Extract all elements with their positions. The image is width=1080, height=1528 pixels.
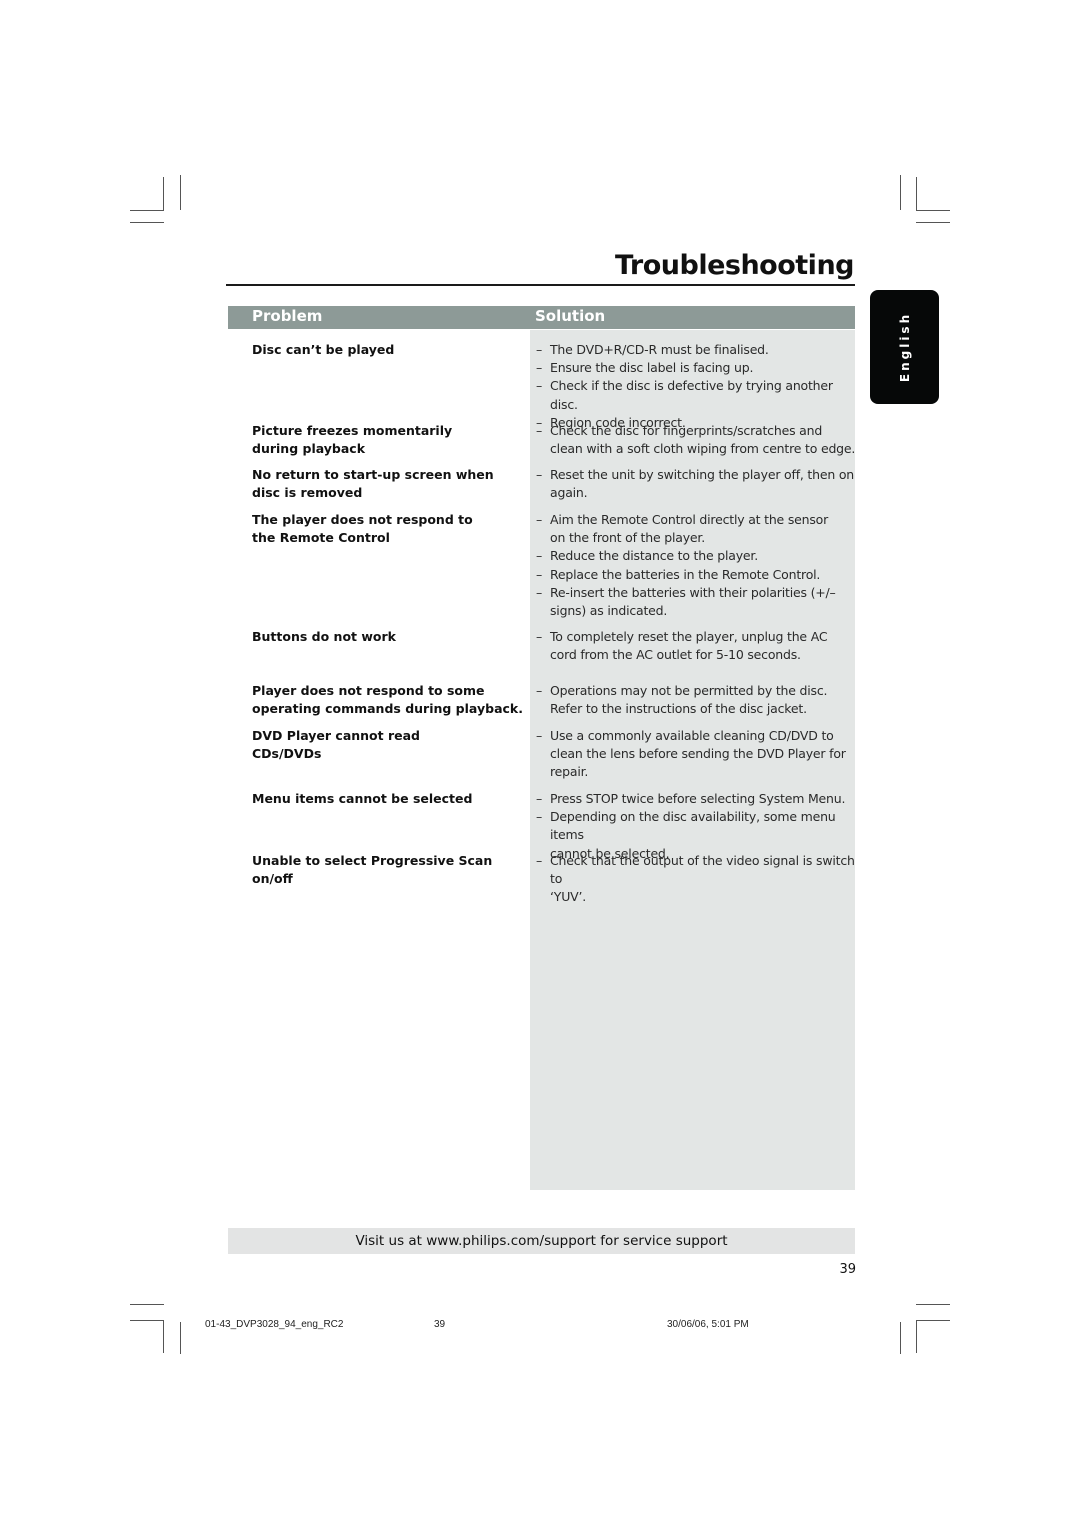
problem-line: Player does not respond to some — [252, 683, 485, 698]
solution-line: repair. — [550, 764, 589, 780]
dash-bullet: – — [536, 809, 543, 825]
slug-file: 01-43_DVP3028_94_eng_RC2 — [205, 1319, 344, 1330]
problem-text: Buttons do not work — [252, 628, 532, 646]
solution-item: – Aim the Remote Control directly at the … — [536, 511, 856, 547]
solution-item: – Reduce the distance to the player. — [536, 547, 856, 565]
solution-column-header: Solution — [535, 307, 606, 325]
problem-text: No return to start-up screen when disc is… — [252, 466, 532, 502]
solution-line: Check the disc for fingerprints/scratche… — [550, 423, 823, 438]
solution-line: Press STOP twice before selecting System… — [550, 791, 846, 806]
problem-line: disc is removed — [252, 485, 363, 500]
dash-bullet: – — [536, 360, 543, 376]
solution-item: – Ensure the disc label is facing up. — [536, 359, 856, 377]
solution-item: – Re-insert the batteries with their pola… — [536, 584, 856, 620]
solution-line: Use a commonly available cleaning CD/DVD… — [550, 728, 834, 743]
problem-text: Picture freezes momentarily during playba… — [252, 422, 532, 458]
dash-bullet: – — [536, 584, 543, 600]
problem-text: DVD Player cannot read CDs/DVDs — [252, 727, 532, 763]
solution-line: Operations may not be permitted by the d… — [550, 683, 828, 698]
title-rule — [226, 284, 855, 286]
solution-line: cord from the AC outlet for 5-10 seconds… — [550, 647, 801, 663]
dash-bullet: – — [536, 566, 543, 582]
problem-text: The player does not respond to the Remote… — [252, 511, 532, 547]
problem-line: DVD Player cannot read — [252, 728, 420, 743]
solution-list: – Check that the output of the video sign… — [536, 852, 856, 907]
problem-text: Menu items cannot be selected — [252, 790, 532, 808]
solution-line: clean with a soft cloth wiping from cent… — [550, 441, 856, 457]
dash-bullet: – — [536, 378, 543, 394]
solution-list: – Check the disc for fingerprints/scratch… — [536, 422, 856, 458]
slug-page: 39 — [434, 1319, 446, 1330]
problem-line: The player does not respond to — [252, 512, 473, 527]
problem-text: Player does not respond to some operating… — [252, 682, 532, 718]
solution-list: – Reset the unit by switching the player … — [536, 466, 856, 502]
solution-item: – Operations may not be permitted by the … — [536, 682, 856, 718]
solution-line: Check if the disc is defective by trying… — [550, 378, 833, 412]
solution-line: again. — [550, 485, 588, 501]
page-title: Troubleshooting — [614, 250, 855, 281]
solution-list: – Use a commonly available cleaning CD/DV… — [536, 727, 856, 782]
language-tab: English — [870, 290, 939, 404]
solution-line: clean the lens before sending the DVD Pl… — [550, 746, 846, 762]
problem-line: during playback — [252, 441, 366, 456]
problem-line: Buttons do not work — [252, 629, 396, 644]
solution-list: – Operations may not be permitted by the … — [536, 682, 856, 718]
problem-line: Disc can’t be played — [252, 342, 395, 357]
solution-line: Reset the unit by switching the player o… — [550, 467, 855, 482]
problem-line: operating commands during playback. — [252, 701, 523, 716]
dash-bullet: – — [536, 629, 543, 644]
dash-bullet: – — [536, 548, 543, 564]
solution-item: – Check if the disc is defective by tryin… — [536, 377, 856, 413]
solution-list: – The DVD+R/CD-R must be finalised. – Ensur… — [536, 341, 856, 432]
solution-line: ‘YUV’. — [550, 889, 587, 905]
solution-line: signs) as indicated. — [550, 603, 668, 619]
dash-bullet: – — [536, 342, 543, 357]
solution-line: Re-insert the batteries with their polar… — [550, 584, 836, 600]
solution-item: – Replace the batteries in the Remote Con… — [536, 566, 856, 584]
problem-line: CDs/DVDs — [252, 746, 322, 761]
table-header: Problem Solution — [228, 306, 855, 329]
solution-item: – The DVD+R/CD-R must be finalised. — [536, 341, 856, 359]
problem-text: Disc can’t be played — [252, 341, 532, 359]
problem-line: Menu items cannot be selected — [252, 791, 473, 806]
language-tab-label: English — [897, 311, 912, 383]
support-text: Visit us at www.philips.com/support for … — [355, 1233, 728, 1249]
problem-line: Unable to select Progressive Scan on/off — [252, 853, 493, 886]
solution-item: – Press STOP twice before selecting Syste… — [536, 790, 856, 808]
solution-item: – Use a commonly available cleaning CD/DV… — [536, 727, 856, 782]
problem-line: the Remote Control — [252, 530, 390, 545]
slug-date: 30/06/06, 5:01 PM — [667, 1319, 749, 1330]
problem-line: Picture freezes momentarily — [252, 423, 453, 438]
solution-line: Ensure the disc label is facing up. — [550, 360, 754, 376]
solution-line: The DVD+R/CD-R must be finalised. — [550, 342, 769, 357]
solution-list: – Aim the Remote Control directly at the … — [536, 511, 856, 620]
page-number: 39 — [839, 1262, 856, 1277]
dash-bullet: – — [536, 512, 543, 527]
solution-item: – Reset the unit by switching the player … — [536, 466, 856, 502]
solution-line: Reduce the distance to the player. — [550, 548, 758, 564]
solution-item: – To completely reset the player, unplug … — [536, 628, 856, 664]
solution-line: Depending on the disc availability, some… — [550, 809, 836, 843]
dash-bullet: – — [536, 728, 543, 743]
solution-line: on the front of the player. — [550, 530, 705, 546]
solution-line: To completely reset the player, unplug t… — [550, 629, 828, 644]
dash-bullet: – — [536, 683, 543, 698]
solution-line: Check that the output of the video signa… — [550, 853, 855, 887]
problem-column-header: Problem — [252, 307, 323, 325]
solution-list: – To completely reset the player, unplug … — [536, 628, 856, 664]
solution-line: Refer to the instructions of the disc ja… — [550, 701, 807, 717]
dash-bullet: – — [536, 853, 543, 868]
solution-item: – Check the disc for fingerprints/scratch… — [536, 422, 856, 458]
problem-text: Unable to select Progressive Scan on/off — [252, 852, 532, 888]
dash-bullet: – — [536, 791, 543, 806]
dash-bullet: – — [536, 423, 543, 438]
solution-line: Aim the Remote Control directly at the s… — [550, 512, 829, 527]
solution-item: – Check that the output of the video sign… — [536, 852, 856, 907]
problem-line: No return to start-up screen when — [252, 467, 494, 482]
support-banner: Visit us at www.philips.com/support for … — [228, 1228, 855, 1254]
solution-line: Replace the batteries in the Remote Cont… — [550, 566, 821, 582]
dash-bullet: – — [536, 467, 543, 482]
